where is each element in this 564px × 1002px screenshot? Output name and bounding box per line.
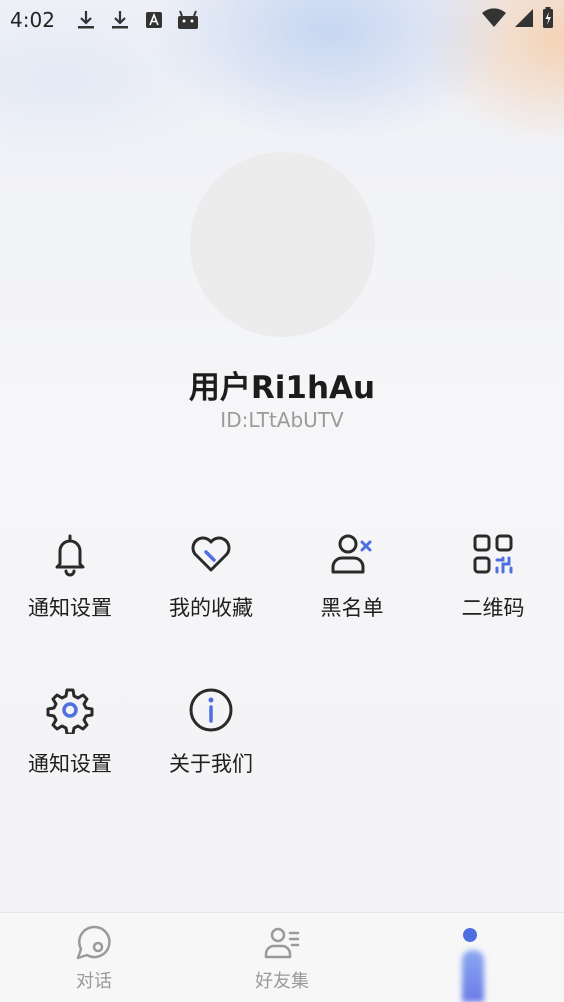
avatar[interactable] <box>190 152 375 337</box>
menu-label: 黑名单 <box>320 596 384 620</box>
status-time: 4:02 <box>10 8 55 32</box>
menu-notification-settings[interactable]: 通知设置 <box>0 530 140 622</box>
heart-icon <box>191 536 231 572</box>
download-icon <box>109 9 131 31</box>
translate-a-icon <box>143 9 165 31</box>
bell-icon <box>55 534 85 577</box>
profile-icon-head <box>463 928 477 942</box>
download-icon <box>75 9 97 31</box>
android-icon <box>177 9 199 31</box>
battery-charging-icon <box>542 7 554 33</box>
user-id: ID:LTtAbUTV <box>220 408 344 432</box>
user-block-icon <box>331 534 372 574</box>
wifi-icon <box>482 8 506 32</box>
status-bar: 4:02 <box>0 0 564 40</box>
nav-tab-chat[interactable]: 对话 <box>0 913 188 1002</box>
menu-about-us[interactable]: 关于我们 <box>141 686 281 778</box>
menu-blacklist[interactable]: 黑名单 <box>282 530 422 622</box>
menu-settings[interactable]: 通知设置 <box>0 686 140 778</box>
profile-icon <box>462 950 484 1002</box>
qr-code-icon <box>473 534 513 574</box>
gear-icon <box>46 688 94 734</box>
info-icon <box>189 688 233 732</box>
nav-label: 好友集 <box>255 971 309 992</box>
menu-label: 二维码 <box>461 596 525 620</box>
user-name: 用户Ri1hAu <box>188 370 376 406</box>
menu-label: 通知设置 <box>28 752 112 776</box>
background <box>0 0 564 1002</box>
menu-label: 通知设置 <box>28 596 112 620</box>
menu-qr-code[interactable]: 二维码 <box>423 530 563 622</box>
cellular-icon <box>514 8 534 32</box>
menu-favorites[interactable]: 我的收藏 <box>141 530 281 622</box>
nav-tab-friends[interactable]: 好友集 <box>188 913 376 1002</box>
menu-label: 我的收藏 <box>169 596 253 620</box>
chat-icon <box>76 925 111 960</box>
menu-label: 关于我们 <box>169 752 253 776</box>
nav-label: 对话 <box>76 971 112 992</box>
friends-icon <box>264 927 300 959</box>
